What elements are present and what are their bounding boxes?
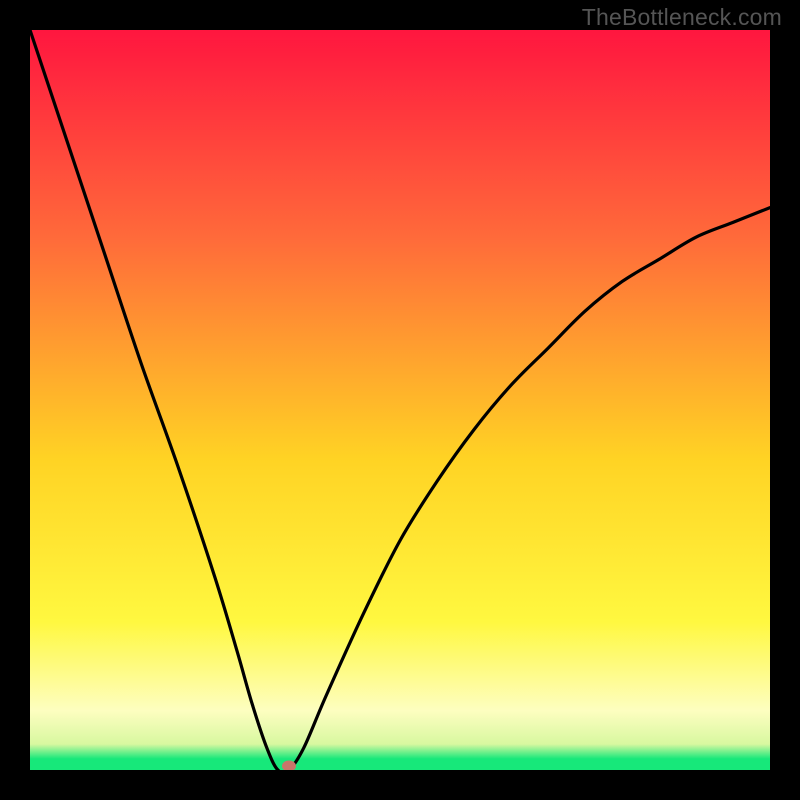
gradient-background bbox=[30, 30, 770, 770]
chart-frame bbox=[30, 30, 770, 770]
watermark-text: TheBottleneck.com bbox=[582, 4, 782, 31]
bottleneck-chart bbox=[30, 30, 770, 770]
